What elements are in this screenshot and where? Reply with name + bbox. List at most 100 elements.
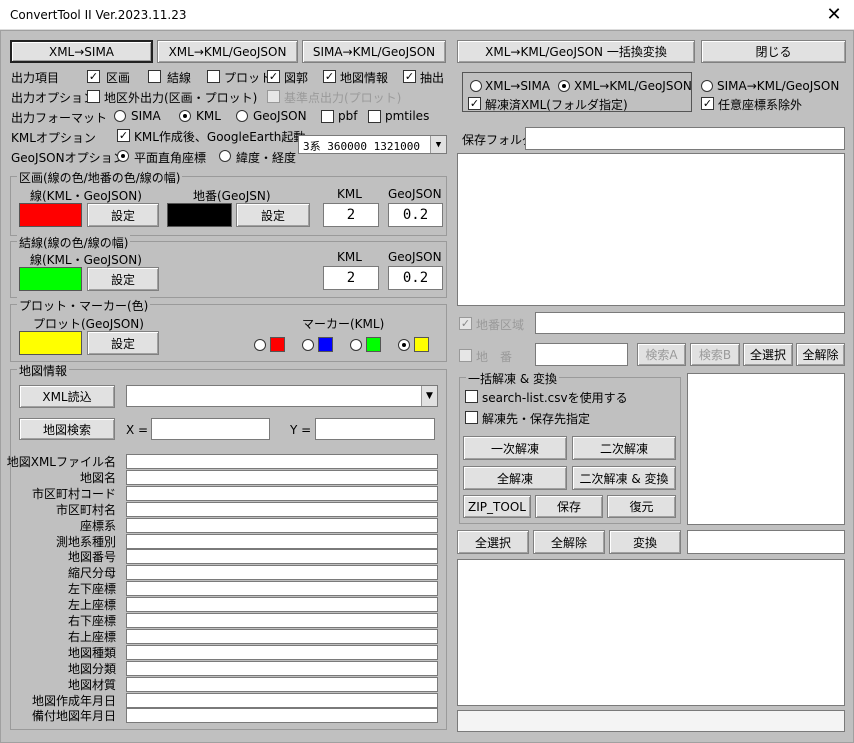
map-field-value[interactable] — [126, 581, 438, 597]
pbf-checkbox[interactable] — [321, 110, 334, 123]
map-frame-label: 図郭 — [284, 71, 309, 85]
filter-deselect-all-button[interactable]: 全解除 — [796, 343, 845, 366]
close-button[interactable]: 閉じる — [701, 40, 846, 63]
filter-select-all-button[interactable]: 全選択 — [743, 343, 793, 366]
format-kml-radio[interactable] — [179, 110, 191, 122]
map-field-value[interactable] — [126, 501, 438, 517]
marker-green-radio[interactable] — [350, 339, 362, 351]
parcel-geojson-label: GeoJSON — [388, 187, 442, 201]
map-field-value[interactable] — [126, 565, 438, 581]
mode-xml-kml-radio[interactable] — [558, 80, 570, 92]
marker-red-radio[interactable] — [254, 339, 266, 351]
output-items-label: 出力項目 — [11, 71, 60, 85]
link-checkbox[interactable] — [148, 70, 161, 83]
unzipped-xml-checkbox[interactable]: ✓ — [468, 97, 481, 110]
map-info-checkbox[interactable]: ✓ — [323, 70, 336, 83]
map-field-value[interactable] — [126, 628, 438, 644]
mode-xml-sima-radio[interactable] — [470, 80, 482, 92]
parcel-checkbox[interactable]: ✓ — [87, 70, 100, 83]
map-field-label: 地図種類 — [67, 645, 116, 660]
plane-coords-radio[interactable] — [117, 150, 129, 162]
y-input[interactable] — [315, 418, 435, 440]
link-kml-width-input[interactable]: 2 — [323, 266, 379, 290]
second-unzip-convert-button[interactable]: 二次解凍 & 変換 — [572, 466, 676, 490]
close-icon[interactable]: ✕ — [814, 0, 854, 30]
bottom-select-all-button[interactable]: 全選択 — [457, 530, 529, 554]
latlon-label: 緯度・経度 — [236, 151, 297, 165]
lot-input[interactable] — [535, 343, 628, 366]
map-field-value[interactable] — [126, 692, 438, 708]
link-geojson-width-input[interactable]: 0.2 — [388, 266, 443, 290]
second-unzip-button[interactable]: 二次解凍 — [572, 436, 676, 460]
parcel-line-set-button[interactable]: 設定 — [87, 203, 159, 227]
map-field-value[interactable] — [126, 549, 438, 565]
plot-set-button[interactable]: 設定 — [87, 331, 159, 355]
outside-output-checkbox[interactable] — [87, 90, 100, 103]
chevron-down-icon[interactable]: ▼ — [430, 136, 446, 153]
xml-file-select[interactable]: ▼ — [126, 385, 438, 407]
map-field-value[interactable] — [126, 676, 438, 692]
link-line-set-button[interactable]: 設定 — [87, 267, 159, 291]
area-checkbox[interactable]: ✓ — [459, 317, 472, 330]
map-field-value[interactable] — [126, 517, 438, 533]
search-a-button[interactable]: 検索A — [637, 343, 686, 366]
xml-kml-geojson-button[interactable]: XML→KML/GeoJSON — [157, 40, 298, 63]
format-sima-radio[interactable] — [114, 110, 126, 122]
map-field-value[interactable] — [126, 613, 438, 628]
format-geojson-radio[interactable] — [236, 110, 248, 122]
map-field-value[interactable] — [126, 708, 438, 724]
map-field-value[interactable] — [126, 485, 438, 501]
datum-point-checkbox[interactable] — [267, 90, 280, 103]
xml-read-button[interactable]: XML読込 — [19, 385, 115, 408]
search-b-button[interactable]: 検索B — [690, 343, 740, 366]
map-field-value[interactable] — [126, 660, 438, 676]
pmtiles-label: pmtiles — [385, 109, 430, 123]
batch-convert-button[interactable]: XML→KML/GeoJSON 一括換変換 — [457, 40, 695, 63]
x-input[interactable] — [151, 418, 270, 440]
lot-checkbox[interactable] — [459, 349, 472, 362]
map-search-button[interactable]: 地図検索 — [19, 418, 115, 440]
file-list-panel[interactable] — [457, 153, 845, 306]
map-field-value[interactable] — [126, 469, 438, 485]
crs-select[interactable]: 3系 360000 1321000 ▼ — [298, 135, 447, 154]
launch-earth-checkbox[interactable]: ✓ — [117, 129, 130, 142]
bottom-deselect-all-button[interactable]: 全解除 — [533, 530, 605, 554]
xml-sima-button[interactable]: XML→SIMA — [10, 40, 153, 63]
area-label: 地番区域 — [476, 318, 525, 332]
first-unzip-button[interactable]: 一次解凍 — [463, 436, 567, 460]
parcel-kml-width-input[interactable]: 2 — [323, 203, 379, 227]
plot-checkbox[interactable] — [207, 70, 220, 83]
map-field-value[interactable] — [126, 454, 438, 469]
pmtiles-checkbox[interactable] — [368, 110, 381, 123]
sima-kml-geojson-button[interactable]: SIMA→KML/GeoJSON — [302, 40, 446, 63]
save-button[interactable]: 保存 — [535, 495, 603, 518]
map-field-label: 左上座標 — [67, 598, 116, 613]
log-panel[interactable] — [457, 559, 845, 706]
batch-list-panel[interactable] — [687, 373, 845, 525]
convert-button[interactable]: 変換 — [609, 530, 681, 554]
use-list-checkbox[interactable] — [465, 390, 478, 403]
all-unzip-button[interactable]: 全解凍 — [463, 466, 567, 490]
parcel-geojson-width-input[interactable]: 0.2 — [388, 203, 443, 227]
area-input[interactable] — [535, 312, 845, 334]
mode-sima-kml-radio[interactable] — [701, 80, 713, 92]
parcel-lot-set-button[interactable]: 設定 — [236, 203, 310, 227]
map-field-value[interactable] — [126, 533, 438, 549]
extract-checkbox[interactable]: ✓ — [403, 70, 416, 83]
marker-yellow-radio[interactable] — [398, 339, 410, 351]
specify-dest-checkbox[interactable] — [465, 411, 478, 424]
save-folder-input[interactable] — [525, 127, 845, 150]
convert-input[interactable] — [687, 530, 845, 554]
chevron-down-icon[interactable]: ▼ — [421, 386, 437, 406]
map-field-value[interactable] — [126, 644, 438, 660]
map-field-value[interactable] — [126, 597, 438, 613]
zip-tool-button[interactable]: ZIP_TOOL — [463, 495, 531, 518]
plot-color-label: プロット(GeoJSON) — [33, 317, 144, 331]
output-options-label: 出力オプション — [11, 91, 96, 105]
map-field-label: 座標系 — [79, 518, 116, 533]
exclude-arbitrary-checkbox[interactable]: ✓ — [701, 97, 714, 110]
restore-button[interactable]: 復元 — [607, 495, 676, 518]
marker-blue-radio[interactable] — [302, 339, 314, 351]
latlon-radio[interactable] — [219, 150, 231, 162]
map-frame-checkbox[interactable]: ✓ — [267, 70, 280, 83]
